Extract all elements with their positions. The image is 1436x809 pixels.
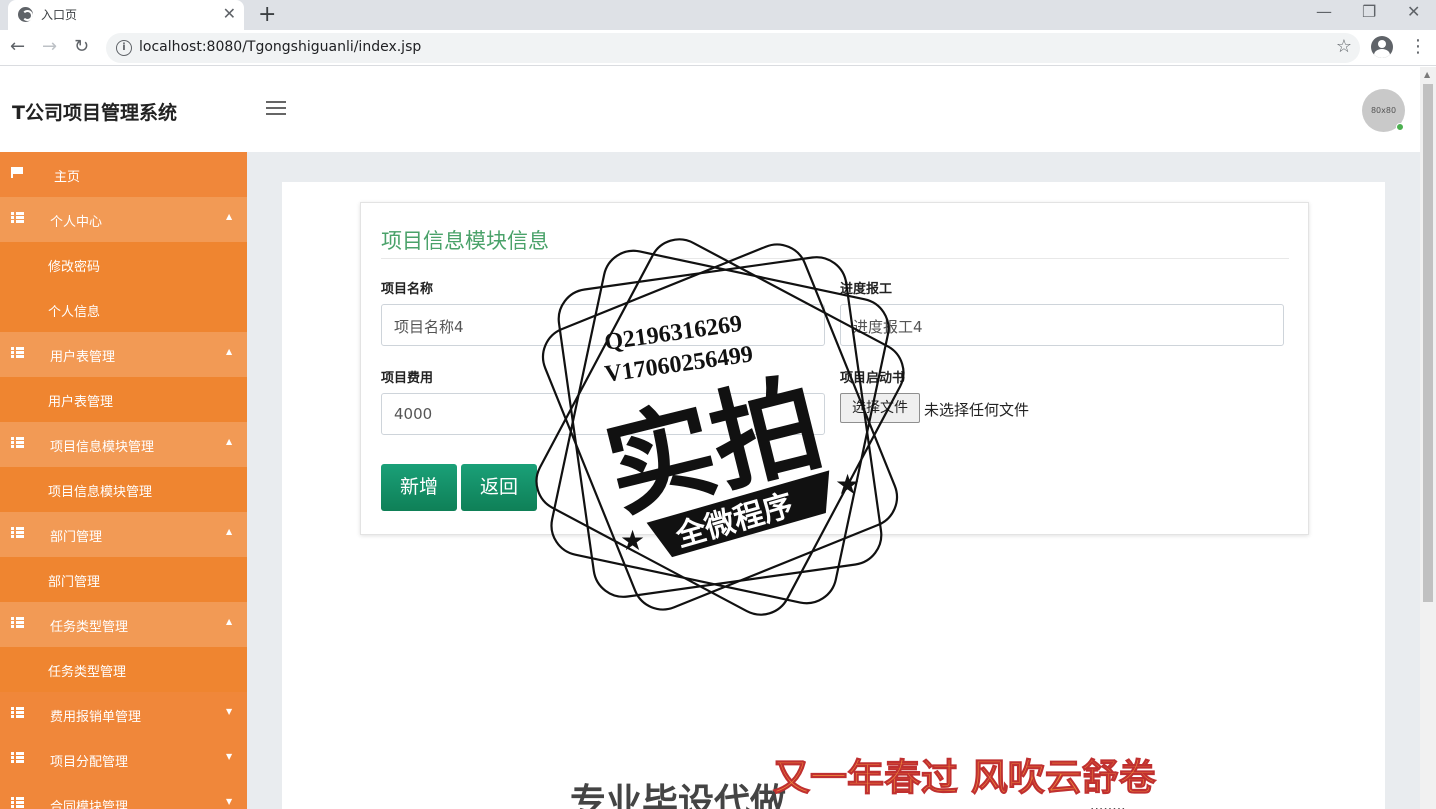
- sidebar-item-5[interactable]: 用户表管理: [0, 377, 247, 422]
- app-brand: T公司项目管理系统: [12, 102, 177, 124]
- online-status-dot: [1396, 123, 1404, 131]
- address-bar[interactable]: i localhost:8080/Tgongshiguanli/index.js…: [106, 33, 1360, 63]
- sidebar-item-label: 个人信息: [48, 305, 101, 320]
- caret-down-icon: ▼: [226, 707, 233, 716]
- bookmark-star-icon[interactable]: ☆: [1336, 36, 1352, 57]
- sidebar-item-label: 项目信息模块管理: [50, 440, 155, 455]
- sidebar-item-7[interactable]: 项目信息模块管理: [0, 467, 247, 512]
- sidebar-item-label: 部门管理: [48, 575, 101, 590]
- svg-text:★: ★: [620, 524, 645, 557]
- overlay-dots-text: ........: [1090, 798, 1126, 809]
- sidebar-item-label: 项目分配管理: [50, 755, 129, 770]
- watermark-stamp: Q2196316269 V17060256499 实拍 全微程序 ★ ★: [535, 238, 905, 616]
- sidebar-item-label: 费用报销单管理: [50, 710, 142, 725]
- sidebar-item-13[interactable]: 项目分配管理 ▼: [0, 737, 247, 782]
- sidebar-item-9[interactable]: 部门管理: [0, 557, 247, 602]
- grid-icon: [11, 797, 24, 808]
- grid-icon: [11, 752, 24, 763]
- sidebar-item-label: 修改密码: [48, 260, 101, 275]
- profile-icon[interactable]: [1371, 36, 1393, 58]
- reload-icon[interactable]: ↻: [74, 36, 89, 57]
- minimize-button[interactable]: —: [1316, 2, 1332, 21]
- caret-up-icon: ▲: [226, 212, 233, 221]
- form-title: 项目信息模块信息: [381, 229, 549, 253]
- scroll-up-arrow-icon[interactable]: ▲: [1424, 70, 1430, 79]
- grid-icon: [11, 347, 24, 358]
- overlay-bottom-text: 专业毕设代做: [570, 782, 787, 809]
- sidebar-item-6[interactable]: 项目信息模块管理 ▲: [0, 422, 247, 467]
- sidebar-item-10[interactable]: 任务类型管理 ▲: [0, 602, 247, 647]
- sidebar-item-label: 任务类型管理: [48, 665, 127, 680]
- grid-icon: [11, 617, 24, 628]
- caret-down-icon: ▼: [226, 752, 233, 761]
- browser-toolbar: ← → ↻ i localhost:8080/Tgongshiguanli/in…: [0, 30, 1436, 66]
- sidebar-item-4[interactable]: 用户表管理 ▲: [0, 332, 247, 377]
- sidebar-item-label: 任务类型管理: [50, 620, 129, 635]
- grid-icon: [11, 212, 24, 223]
- sidebar-item-label: 合同模块管理: [50, 800, 129, 809]
- sidebar-item-11[interactable]: 任务类型管理: [0, 647, 247, 692]
- caret-up-icon: ▲: [226, 527, 233, 536]
- sidebar: 主页 个人中心 ▲ 修改密码 个人信息 用户表管理 ▲ 用户表管理 项目信息模块管理 ▲ 项目信息模…: [0, 152, 247, 809]
- page-scrollbar[interactable]: ▲: [1420, 67, 1436, 809]
- info-icon[interactable]: i: [116, 40, 132, 56]
- app-header: T公司项目管理系统 80x80: [0, 67, 1420, 152]
- restore-button[interactable]: ❐: [1362, 2, 1376, 21]
- scrollbar-thumb[interactable]: [1423, 84, 1433, 602]
- project-name-label: 项目名称: [381, 282, 434, 297]
- back-arrow-icon[interactable]: ←: [10, 36, 25, 57]
- sidebar-item-3[interactable]: 个人信息: [0, 287, 247, 332]
- grid-icon: [11, 707, 24, 718]
- caret-up-icon: ▲: [226, 617, 233, 626]
- sidebar-item-8[interactable]: 部门管理 ▲: [0, 512, 247, 557]
- browser-tab[interactable]: 入口页 ✕: [8, 0, 244, 30]
- forward-arrow-icon[interactable]: →: [42, 36, 57, 57]
- sidebar-item-12[interactable]: 费用报销单管理 ▼: [0, 692, 247, 737]
- sidebar-item-label: 项目信息模块管理: [48, 485, 153, 500]
- grid-icon: [11, 527, 24, 538]
- add-button[interactable]: 新增: [381, 464, 457, 511]
- url-text[interactable]: localhost:8080/Tgongshiguanli/index.jsp: [139, 39, 421, 55]
- sidebar-item-label: 个人中心: [50, 215, 103, 230]
- sidebar-item-1[interactable]: 个人中心 ▲: [0, 197, 247, 242]
- sidebar-item-0[interactable]: 主页: [0, 152, 247, 197]
- browser-menu-icon[interactable]: ⋮: [1409, 36, 1427, 57]
- file-status-text: 未选择任何文件: [924, 401, 1030, 419]
- sidebar-item-label: 用户表管理: [48, 395, 114, 410]
- sidebar-item-label: 用户表管理: [50, 350, 116, 365]
- caret-up-icon: ▲: [226, 347, 233, 356]
- sidebar-item-14[interactable]: 合同模块管理 ▼: [0, 782, 247, 809]
- sidebar-item-label: 部门管理: [50, 530, 103, 545]
- cost-label: 项目费用: [381, 371, 434, 386]
- flag-icon: [11, 167, 24, 178]
- caret-down-icon: ▼: [226, 797, 233, 806]
- tab-title: 入口页: [41, 8, 78, 22]
- grid-icon: [11, 437, 24, 448]
- globe-icon: [18, 7, 33, 22]
- caret-up-icon: ▲: [226, 437, 233, 446]
- sidebar-item-2[interactable]: 修改密码: [0, 242, 247, 287]
- hamburger-menu-icon[interactable]: [266, 101, 286, 117]
- new-tab-button[interactable]: +: [258, 2, 276, 27]
- browser-tab-bar: 入口页 ✕ + — ❐ ✕: [0, 0, 1436, 30]
- overlay-poem-text: 又一年春过 风吹云舒卷: [773, 756, 1157, 800]
- sidebar-item-label: 主页: [54, 170, 81, 185]
- close-tab-icon[interactable]: ✕: [223, 4, 236, 24]
- close-window-button[interactable]: ✕: [1407, 2, 1420, 21]
- svg-text:★: ★: [835, 468, 860, 501]
